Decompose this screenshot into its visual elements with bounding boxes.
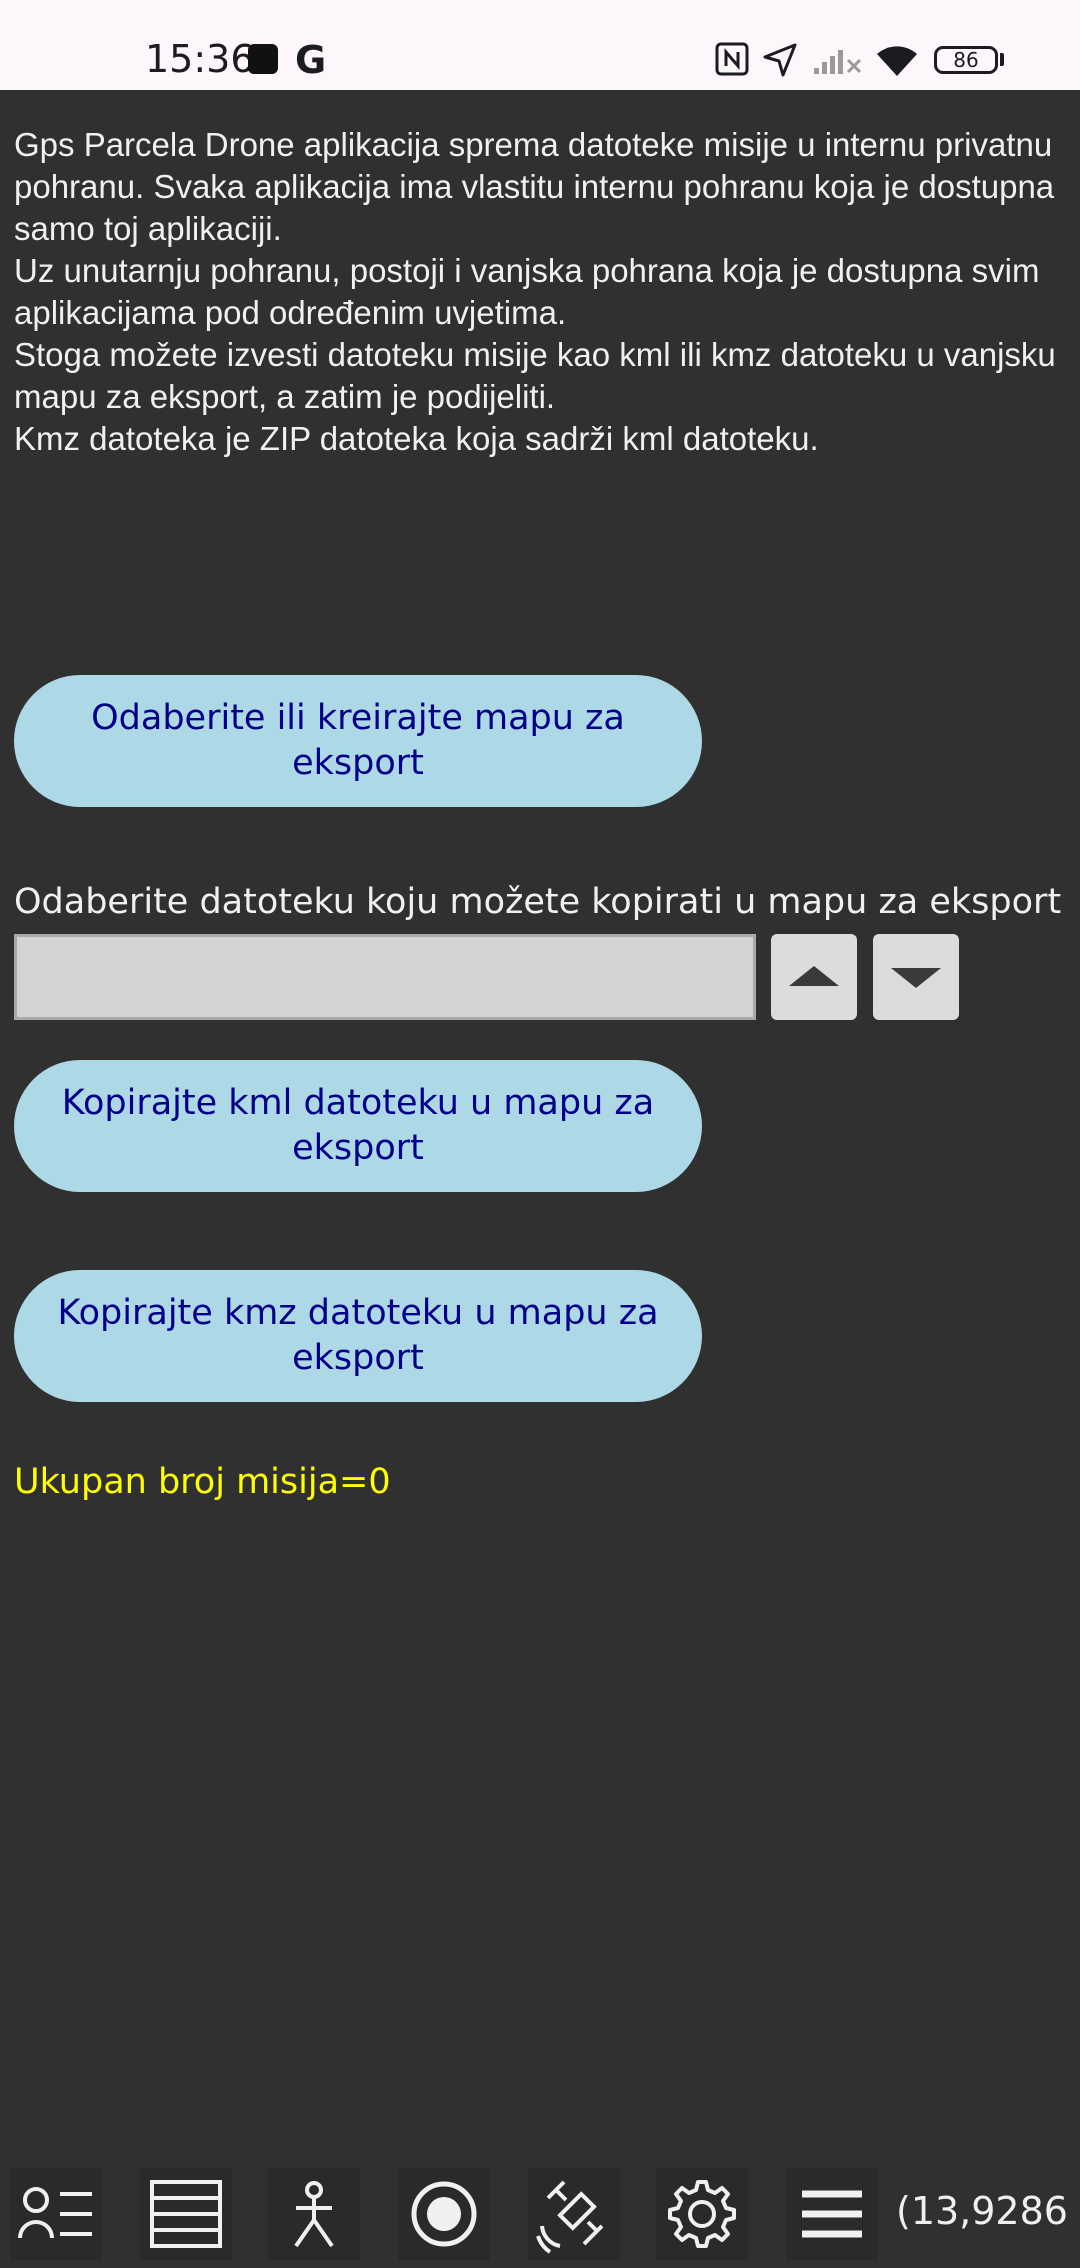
copy-kmz-button[interactable]: Kopirajte kmz datoteku u mapu za eksport xyxy=(14,1270,702,1402)
battery-tip xyxy=(1000,53,1004,66)
create-export-folder-button[interactable]: Odaberite ili kreirajte mapu za eksport xyxy=(14,675,702,807)
nav-list[interactable] xyxy=(140,2168,232,2260)
nav-settings[interactable] xyxy=(656,2168,748,2260)
intro-line: Kmz datoteka je ZIP datoteka koja sadrži… xyxy=(14,420,819,457)
nav-record[interactable] xyxy=(398,2168,490,2260)
gear-icon xyxy=(668,2180,736,2248)
satellite-icon xyxy=(536,2180,604,2254)
status-bar: 15:36 G 86 xyxy=(0,0,1080,90)
signal-off-icon xyxy=(814,50,862,74)
nav-menu[interactable] xyxy=(786,2168,878,2260)
intro-line: Stoga možete izvesti datoteku misije kao… xyxy=(14,336,1056,415)
select-down-button[interactable] xyxy=(873,934,959,1020)
nav-user-list[interactable] xyxy=(10,2168,102,2260)
menu-icon xyxy=(802,2190,862,2238)
list-icon xyxy=(150,2180,222,2248)
copy-kml-button[interactable]: Kopirajte kml datoteku u mapu za eksport xyxy=(14,1060,702,1192)
nfc-icon xyxy=(715,42,749,76)
arrow-down-icon xyxy=(891,968,941,988)
nav-satellite[interactable] xyxy=(528,2168,620,2260)
battery-icon: 86 xyxy=(934,46,998,74)
intro-line: Gps Parcela Drone aplikacija sprema dato… xyxy=(14,126,1055,247)
google-icon: G xyxy=(295,38,327,82)
file-select-input[interactable] xyxy=(14,934,756,1020)
arrow-up-icon xyxy=(789,966,839,986)
wifi-icon xyxy=(877,46,917,76)
intro-text: Gps Parcela Drone aplikacija sprema dato… xyxy=(14,124,1064,460)
intro-line: Uz unutarnju pohranu, postoji i vanjska … xyxy=(14,252,1040,331)
file-select-label: Odaberite datoteku koju možete kopirati … xyxy=(14,882,1062,922)
record-icon xyxy=(411,2181,477,2247)
mission-count: Ukupan broj misija=0 xyxy=(14,1462,391,1502)
location-arrow-icon xyxy=(763,43,797,77)
coordinates-readout: (13,9286 xyxy=(896,2189,1068,2233)
user-list-icon xyxy=(18,2187,92,2239)
status-time: 15:36 xyxy=(145,37,255,81)
nav-survey[interactable] xyxy=(268,2168,360,2260)
select-up-button[interactable] xyxy=(771,934,857,1020)
survey-icon xyxy=(294,2181,334,2248)
notification-square-icon xyxy=(248,44,278,74)
